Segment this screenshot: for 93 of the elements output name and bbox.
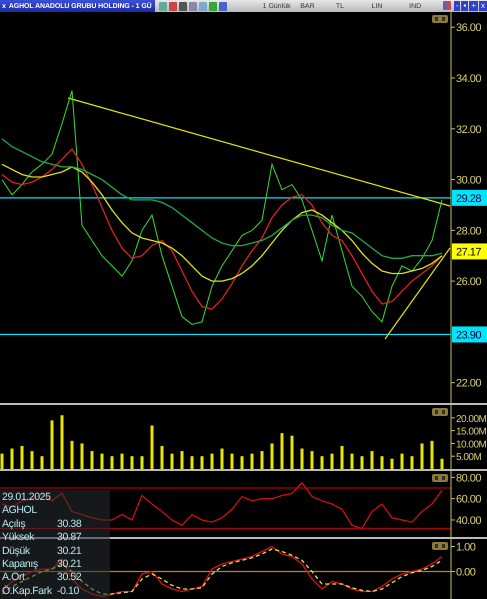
volume-bar: [120, 454, 124, 469]
info-label: Yüksek: [2, 531, 36, 545]
axis-label: 40.00: [456, 514, 482, 527]
volume-bar: [360, 456, 364, 469]
volume-bar: [80, 443, 84, 469]
volume-bar: [300, 448, 304, 469]
volume-bar: [130, 456, 134, 469]
info-value: 30.21: [57, 544, 82, 558]
pane-button-icon[interactable]: [432, 474, 448, 482]
symbol-label: AGHOL: [2, 504, 38, 518]
price-badge: 23.90: [452, 326, 487, 342]
info-label: A.Ort: [2, 571, 26, 585]
axis-label: 36.00: [456, 22, 482, 34]
info-value: 30.21: [57, 558, 82, 572]
axis-label: 26.00: [456, 276, 482, 288]
volume-bar: [240, 456, 244, 469]
axis-label: 60.00: [456, 494, 482, 506]
volume-bar: [340, 446, 344, 469]
axis-label: 32.00: [456, 124, 482, 136]
volume-bar: [220, 448, 224, 469]
axis-label: 30.00: [456, 174, 482, 187]
info-value: 30.52: [57, 571, 82, 585]
volume-bar: [10, 448, 14, 469]
volume-bar: [330, 454, 334, 469]
axis-label: 0.00: [456, 566, 476, 578]
volume-bar: [70, 440, 74, 469]
axis-label: 10.00M: [456, 439, 486, 450]
volume-bar: [140, 456, 144, 469]
axis-label: 1.00: [456, 542, 476, 554]
y-axis: [450, 539, 456, 599]
volume-bar: [280, 433, 284, 469]
volume-bar: [350, 454, 354, 469]
ref-line-label: 23.90: [456, 329, 482, 342]
window-control-button[interactable]: -: [454, 1, 460, 11]
window-control-button[interactable]: ▪: [461, 1, 468, 11]
volume-bar: [390, 458, 394, 469]
axis-label: 15.00M: [456, 426, 486, 438]
volume-bar: [190, 456, 194, 469]
volume-bar: [30, 451, 34, 469]
volume-bar: [90, 451, 94, 469]
window-control-button[interactable]: x: [479, 1, 487, 11]
volume-bar: [110, 456, 114, 469]
ref-line-label: 29.28: [456, 192, 482, 205]
volume-bar: [230, 454, 234, 469]
volume-bar: [380, 456, 384, 469]
y-axis: [450, 471, 456, 537]
info-value: 30.87: [57, 531, 82, 545]
volume-bar: [420, 443, 424, 469]
info-label: Kapanış: [2, 558, 39, 572]
annotation: 27.17: [456, 246, 482, 258]
axis-label: 28.00: [456, 225, 482, 238]
volume-bar: [400, 454, 404, 469]
volume-bar: [150, 425, 154, 469]
volume-bar: [180, 451, 184, 469]
pane-button-icon[interactable]: [432, 542, 448, 550]
price-badge: 29.28: [452, 190, 487, 206]
axis-label: 20.00M: [456, 414, 486, 425]
volume-bar: [160, 446, 164, 469]
axis-label: 5.00M: [456, 452, 482, 464]
info-value: 30.38: [57, 518, 82, 532]
pane-button-icon[interactable]: [432, 15, 448, 23]
volume-bar: [290, 436, 294, 469]
volume-bar: [200, 456, 204, 469]
volume-bar: [430, 440, 434, 469]
volume-bar: [60, 415, 64, 469]
volume-bar: [370, 451, 374, 469]
axis-label: 80.00: [456, 472, 482, 484]
volume-bar: [20, 446, 24, 469]
volume-bar: [50, 420, 54, 469]
volume-bar: [0, 454, 4, 469]
info-label: Açılış: [2, 518, 26, 532]
axis-label: 22.00: [456, 378, 482, 390]
volume-bar: [270, 443, 274, 469]
trendline-drawing[interactable]: [68, 97, 450, 340]
volume-bar: [100, 454, 104, 469]
volume-bar: [410, 456, 414, 469]
axis-label: 34.00: [456, 73, 482, 86]
info-label: Düşük: [2, 544, 31, 558]
info-label: Ö.Kap.Fark: [2, 584, 53, 598]
volume-bar: [210, 454, 214, 469]
y-axis: [450, 405, 456, 469]
info-value: -0.10: [57, 584, 79, 598]
volume-bar: [260, 451, 264, 469]
volume-bar: [170, 454, 174, 469]
volume-bar: [310, 451, 314, 469]
date-label: 29.01.2025: [2, 491, 52, 504]
volume-bar: [40, 456, 44, 469]
volume-bar: [320, 456, 324, 469]
price-badge: 27.17: [452, 243, 487, 260]
pane-button-icon[interactable]: [432, 408, 448, 416]
volume-bar: [250, 454, 254, 469]
window-control-button[interactable]: +: [469, 1, 478, 11]
volume-bar: [440, 458, 444, 469]
